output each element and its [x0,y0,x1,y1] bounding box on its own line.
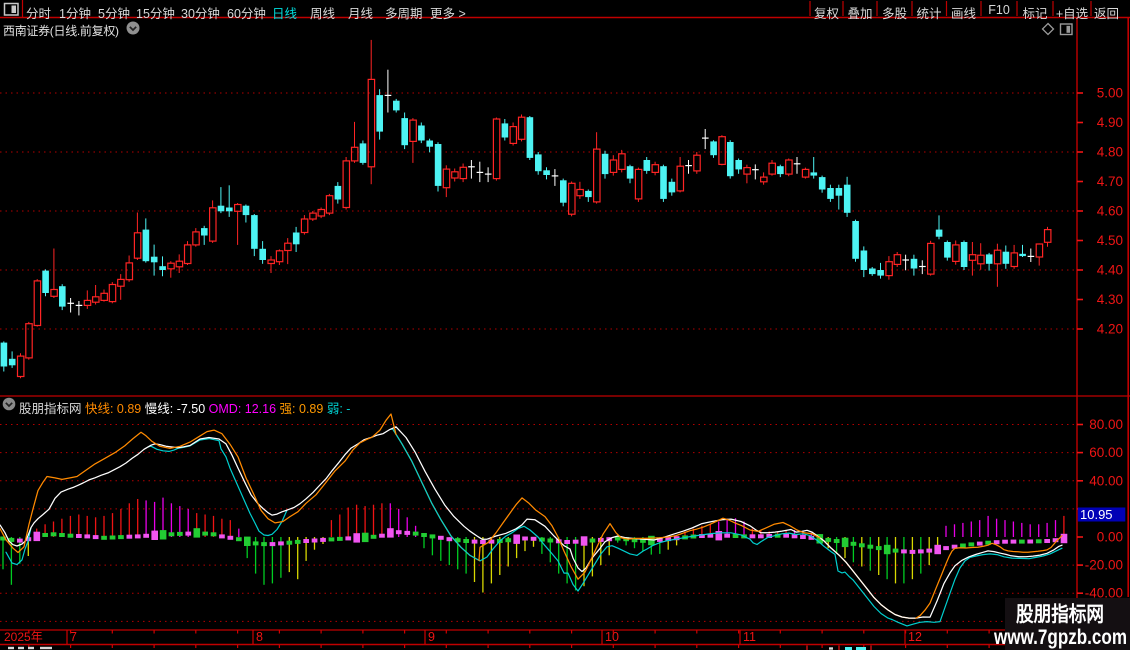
svg-text:5.00: 5.00 [1097,86,1123,101]
svg-text:10.95: 10.95 [1080,507,1113,522]
svg-text:4.50: 4.50 [1097,233,1123,248]
svg-text:4.90: 4.90 [1097,115,1123,130]
svg-text:2025年: 2025年 [4,630,43,644]
svg-text:8: 8 [256,630,263,644]
svg-text:-20.00: -20.00 [1085,558,1123,573]
svg-text:4.70: 4.70 [1097,174,1123,189]
svg-text:4.60: 4.60 [1097,204,1123,219]
svg-text:www.7gpzb.com: www.7gpzb.com [993,626,1127,649]
svg-text:4.20: 4.20 [1097,322,1123,337]
svg-text:4.40: 4.40 [1097,263,1123,278]
svg-text:0.00: 0.00 [1097,530,1123,545]
svg-text:80.00: 80.00 [1089,417,1123,432]
svg-text:12: 12 [908,630,922,644]
svg-text:10: 10 [605,630,619,644]
svg-text:40.00: 40.00 [1089,473,1123,488]
svg-text:4.30: 4.30 [1097,292,1123,307]
svg-text:4.80: 4.80 [1097,145,1123,160]
svg-text:60.00: 60.00 [1089,445,1123,460]
svg-text:9: 9 [428,630,435,644]
svg-text:11: 11 [743,630,756,644]
svg-text:股朋指标网: 股朋指标网 [1016,602,1104,626]
